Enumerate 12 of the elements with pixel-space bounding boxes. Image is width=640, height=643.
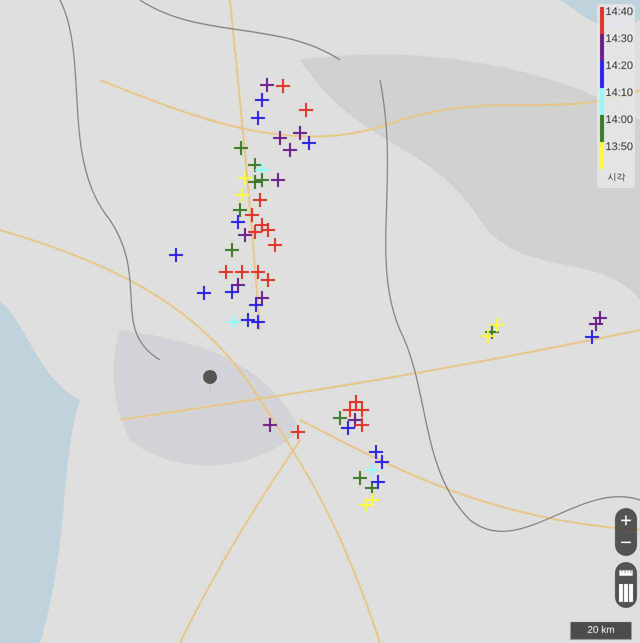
zoom-in-button[interactable]: + bbox=[615, 511, 637, 531]
legend-title: 시각 bbox=[606, 171, 626, 184]
legend-time-label: 14:10 bbox=[605, 88, 633, 101]
legend-time-label: 13:50 bbox=[605, 142, 633, 155]
legend-time-label: 14:00 bbox=[605, 115, 633, 128]
legend-time-label: 14:20 bbox=[605, 61, 633, 74]
legend-time-label: 14:40 bbox=[605, 7, 633, 20]
ruler-icon[interactable] bbox=[619, 568, 633, 576]
scale-bar: 20 km bbox=[570, 622, 632, 640]
legend-time-label: 14:30 bbox=[605, 34, 633, 47]
columns-icon[interactable] bbox=[619, 584, 633, 602]
zoom-out-button[interactable]: − bbox=[615, 533, 637, 553]
